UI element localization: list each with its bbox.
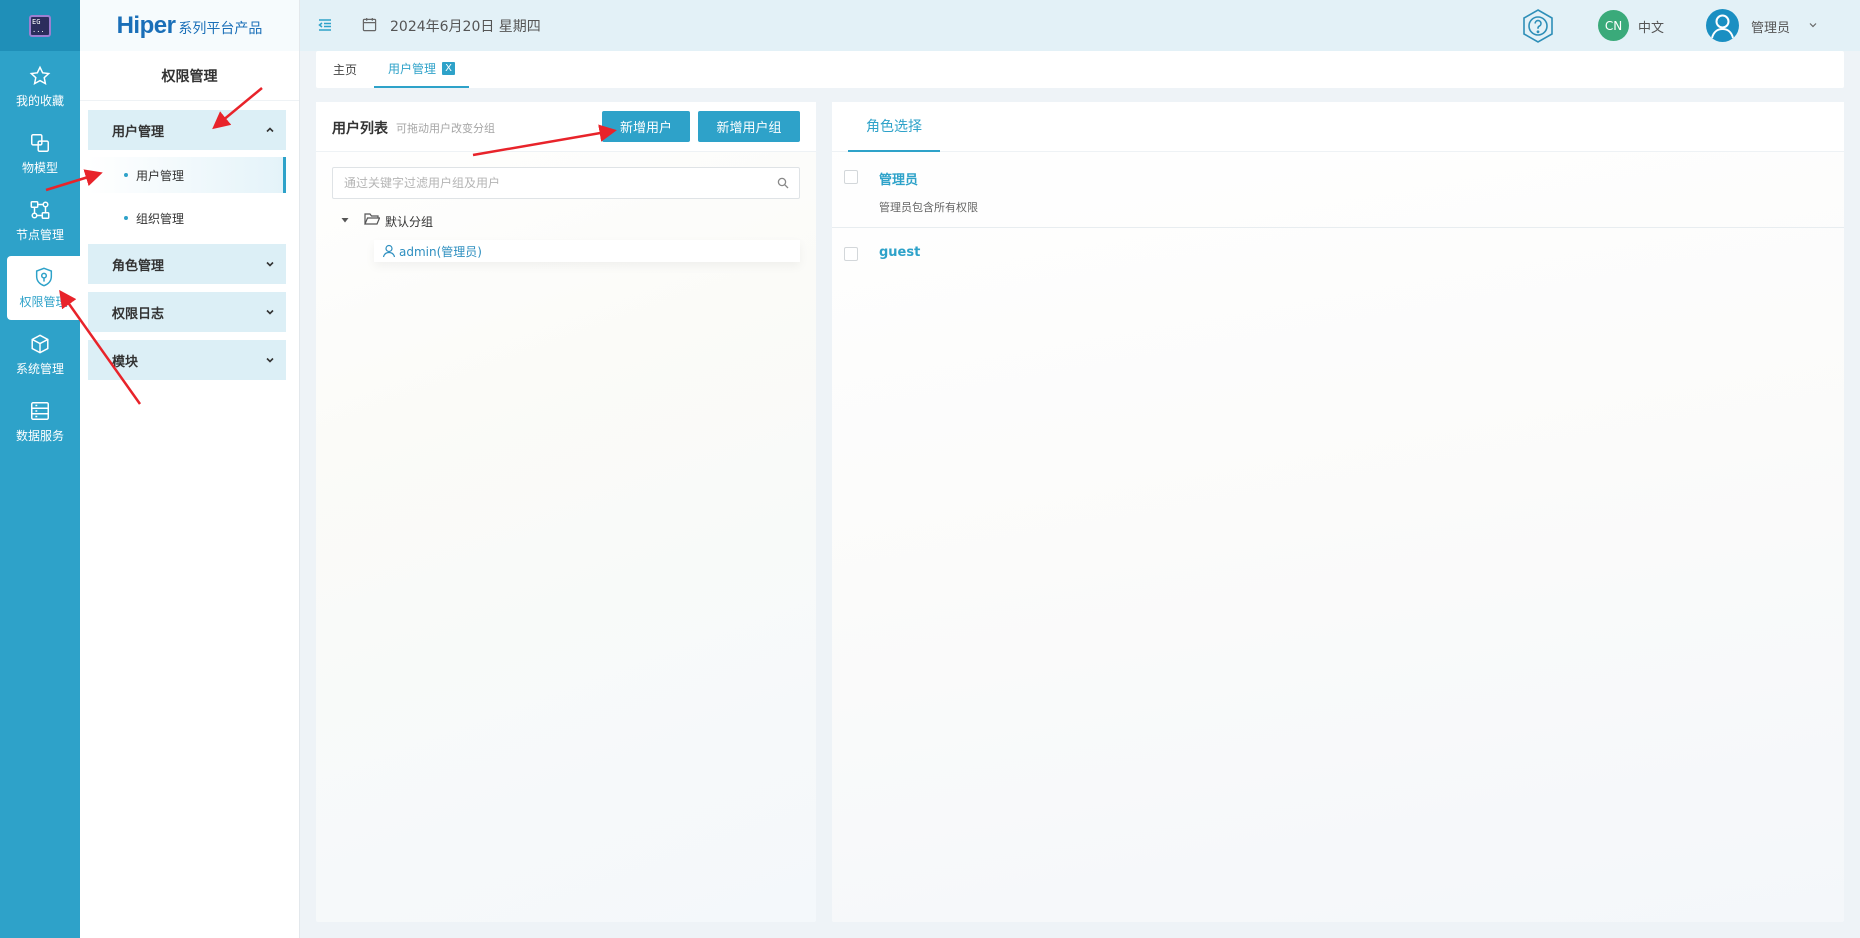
menu-group-role-management[interactable]: 角色管理 xyxy=(88,244,286,284)
role-checkbox-admin[interactable] xyxy=(844,170,858,184)
database-icon xyxy=(31,402,49,420)
user-icon xyxy=(382,244,396,258)
divider xyxy=(832,227,1844,228)
brand-sub: 系列平台产品 xyxy=(178,20,263,37)
rail-item-label: 权限管理 xyxy=(19,295,68,309)
search-box xyxy=(332,167,800,199)
language-label[interactable]: 中文 xyxy=(1638,17,1664,36)
calendar-icon xyxy=(362,17,377,32)
panel-title: 用户列表 xyxy=(332,121,388,137)
user-avatar-icon xyxy=(1711,14,1734,39)
chevron-down-icon xyxy=(266,357,274,363)
tree-user-row[interactable]: admin(管理员) xyxy=(374,240,800,262)
brand-main: Hiper xyxy=(116,11,176,39)
menu-group-permission-log[interactable]: 权限日志 xyxy=(88,292,286,332)
rail-item-label: 系统管理 xyxy=(15,362,64,376)
rail-item-data[interactable]: 数据服务 xyxy=(0,390,80,454)
tab-user-management[interactable]: 用户管理 X xyxy=(374,51,470,88)
tree-user-label: admin(管理员) xyxy=(399,244,482,259)
caret-down-icon[interactable] xyxy=(340,215,350,225)
chevron-down-icon xyxy=(266,261,274,267)
menu-group-label: 角色管理 xyxy=(112,258,165,274)
language-badge[interactable]: CN xyxy=(1598,10,1629,41)
rail-item-permissions[interactable]: 权限管理 xyxy=(7,256,80,320)
role-selection-panel: 角色选择 管理员 管理员包含所有权限 guest xyxy=(832,102,1844,922)
rail-item-favorites[interactable]: 我的收藏 xyxy=(0,55,80,119)
menu-group-label: 用户管理 xyxy=(112,124,165,140)
menu-fold-icon[interactable] xyxy=(317,17,333,33)
app-logo[interactable]: EG... xyxy=(0,0,80,51)
search-icon[interactable] xyxy=(777,177,789,189)
add-user-group-button[interactable]: 新增用户组 xyxy=(698,111,800,142)
page-tabs: 主页 用户管理 X xyxy=(316,51,1844,88)
chevron-down-icon[interactable] xyxy=(1808,20,1818,30)
bullet-icon xyxy=(124,216,128,220)
rail-item-model[interactable]: 物模型 xyxy=(0,122,80,186)
rail-item-system[interactable]: 系统管理 xyxy=(0,323,80,387)
folder-open-icon xyxy=(364,213,380,225)
close-icon[interactable]: X xyxy=(442,62,456,75)
menu-group-user-management[interactable]: 用户管理 xyxy=(88,110,286,150)
tab-label: 用户管理 xyxy=(388,62,437,76)
avatar[interactable] xyxy=(1706,9,1739,42)
role-checkbox-guest[interactable] xyxy=(844,247,858,261)
menu-item-org-management[interactable]: 组织管理 xyxy=(88,200,286,236)
chevron-up-icon xyxy=(266,127,274,133)
role-name[interactable]: guest xyxy=(879,245,920,260)
rail-item-label: 数据服务 xyxy=(15,429,64,443)
user-list-header: 用户列表 可拖动用户改变分组 新增用户 新增用户组 xyxy=(316,102,816,152)
menu-group-module[interactable]: 模块 xyxy=(88,340,286,380)
menu-group-label: 权限日志 xyxy=(112,306,165,322)
menu-group-label: 模块 xyxy=(112,354,139,370)
node-icon xyxy=(30,201,50,219)
menu-item-label: 组织管理 xyxy=(136,211,185,226)
tree-group-label[interactable]: 默认分组 xyxy=(385,213,433,230)
bullet-icon xyxy=(124,173,128,177)
menu-title: 权限管理 xyxy=(80,51,299,101)
rail-item-label: 我的收藏 xyxy=(15,94,64,108)
user-name[interactable]: 管理员 xyxy=(1751,17,1790,36)
rail-item-label: 节点管理 xyxy=(15,228,64,242)
menu-item-label: 用户管理 xyxy=(136,168,185,183)
top-header: 2024年6月20日 星期四 CN 中文 管理员 xyxy=(300,0,1860,51)
shield-icon xyxy=(35,267,52,287)
rail-item-label: 物模型 xyxy=(21,161,58,175)
tab-role-selection[interactable]: 角色选择 xyxy=(848,102,940,152)
role-panel-header: 角色选择 xyxy=(832,102,1844,152)
add-user-button[interactable]: 新增用户 xyxy=(602,111,690,142)
user-list-panel: 用户列表 可拖动用户改变分组 新增用户 新增用户组 默认分组 admin(管理员… xyxy=(316,102,816,922)
search-input[interactable] xyxy=(333,168,763,198)
panel-hint: 可拖动用户改变分组 xyxy=(396,122,495,135)
help-icon[interactable] xyxy=(1520,8,1556,44)
cube-icon xyxy=(31,334,49,354)
menu-item-user-management[interactable]: 用户管理 xyxy=(88,157,286,193)
icon-rail: EG... 我的收藏 物模型 节点管理 权限管理 系统管理 数据服务 xyxy=(0,0,80,938)
current-date: 2024年6月20日 星期四 xyxy=(390,19,541,35)
brand-logo[interactable]: Hiper 系列平台产品 xyxy=(80,0,299,51)
role-name[interactable]: 管理员 xyxy=(879,169,918,188)
role-description: 管理员包含所有权限 xyxy=(879,201,978,214)
secondary-menu: Hiper 系列平台产品 权限管理 用户管理 用户管理 组织管理 角色管理 权限… xyxy=(80,0,300,938)
star-icon xyxy=(29,65,51,86)
model-icon xyxy=(31,134,49,152)
app-logo-icon: EG... xyxy=(29,14,51,37)
tab-home[interactable]: 主页 xyxy=(333,51,357,88)
tab-label: 主页 xyxy=(333,63,358,77)
rail-item-nodes[interactable]: 节点管理 xyxy=(0,189,80,253)
chevron-down-icon xyxy=(266,309,274,315)
